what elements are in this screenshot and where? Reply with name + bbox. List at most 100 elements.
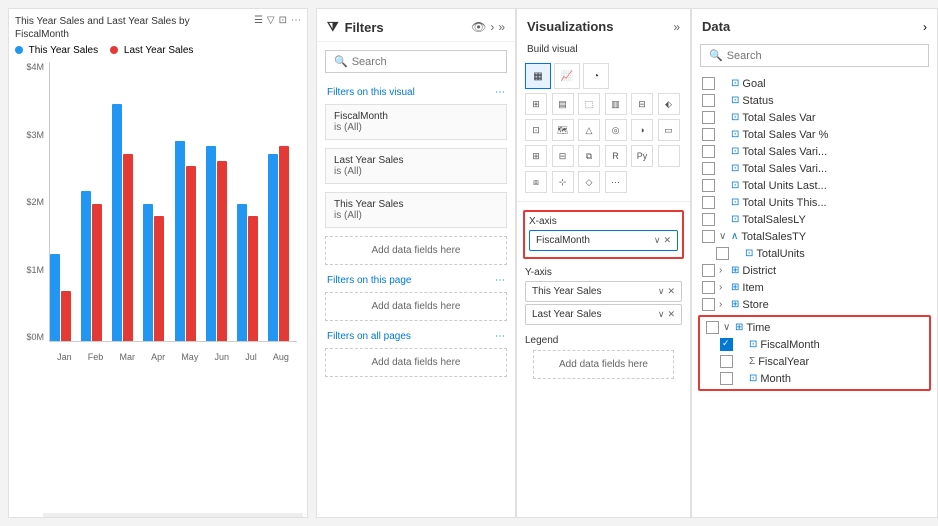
gauge-icon[interactable]: ◑ xyxy=(631,119,653,141)
stacked-bar-icon[interactable]: ⊞ xyxy=(525,93,547,115)
this-year-bar[interactable] xyxy=(268,154,278,342)
tree-expander-icon[interactable]: › xyxy=(719,282,729,293)
this-year-bar[interactable] xyxy=(175,141,185,341)
tree-item[interactable]: ⊡TotalUnits xyxy=(698,245,931,262)
filters-search-input[interactable] xyxy=(352,56,498,68)
x-axis-field-row[interactable]: FiscalMonth ∨ ✕ xyxy=(529,230,678,251)
tree-item[interactable]: ⊡FiscalMonth xyxy=(702,336,927,353)
decomp-icon[interactable]: ⧈ xyxy=(525,171,547,193)
add-data-page-btn[interactable]: Add data fields here xyxy=(325,292,507,321)
double-chevron-icon[interactable]: » xyxy=(498,20,505,34)
tree-checkbox[interactable] xyxy=(702,213,715,226)
this-year-bar[interactable] xyxy=(81,191,91,341)
filter-card-fiscalmonth[interactable]: FiscalMonth is (All) xyxy=(325,104,507,140)
last-year-bar[interactable] xyxy=(123,154,133,342)
more-dots-page-icon[interactable]: ⋯ xyxy=(495,275,505,286)
tree-checkbox[interactable] xyxy=(702,128,715,141)
this-year-bar[interactable] xyxy=(206,146,216,341)
tree-checkbox[interactable] xyxy=(702,179,715,192)
area-chart-icon[interactable]: ⬚ xyxy=(578,93,600,115)
this-year-bar[interactable] xyxy=(112,104,122,342)
slicer-icon[interactable]: ⧉ xyxy=(578,145,600,167)
tree-item[interactable]: ΣFiscalYear xyxy=(702,353,927,370)
last-year-bar[interactable] xyxy=(248,216,258,341)
tree-item[interactable]: ⊡Month xyxy=(702,370,927,387)
ribbon-chart-icon[interactable]: ▥ xyxy=(605,93,627,115)
python-icon[interactable]: Py xyxy=(631,145,653,167)
tree-item[interactable]: ⊡Total Sales Vari... xyxy=(698,143,931,160)
chevron-down-y2-icon[interactable]: ∨ xyxy=(658,309,665,320)
funnel-icon[interactable]: ⬖ xyxy=(658,93,680,115)
last-year-bar[interactable] xyxy=(186,166,196,341)
data-search-box[interactable]: 🔍 xyxy=(700,44,929,67)
tree-checkbox[interactable] xyxy=(716,247,729,260)
line-chart-icon[interactable]: 📈 xyxy=(554,63,580,89)
table-icon[interactable]: ⊟ xyxy=(552,145,574,167)
x-close-icon[interactable]: ✕ xyxy=(663,235,671,246)
more-visuals-icon[interactable]: ⋯ xyxy=(605,171,627,193)
tree-item[interactable]: ⊡Total Sales Var % xyxy=(698,126,931,143)
column-chart-icon[interactable]: ▤ xyxy=(552,93,574,115)
chevron-right-viz-icon[interactable]: » xyxy=(673,20,680,34)
filter-card-lastyearsales[interactable]: Last Year Sales is (All) xyxy=(325,148,507,184)
data-panel-expand-icon[interactable]: › xyxy=(923,20,927,34)
kpi-icon[interactable]: R xyxy=(605,145,627,167)
map-icon[interactable]: 🗺 xyxy=(552,119,574,141)
last-year-bar[interactable] xyxy=(61,291,71,341)
tree-checkbox[interactable] xyxy=(720,355,733,368)
tree-item[interactable]: ⊡Total Units This... xyxy=(698,194,931,211)
tree-checkbox[interactable] xyxy=(702,111,715,124)
pie-chart-icon[interactable]: ◔ xyxy=(583,63,609,89)
add-data-visual-btn[interactable]: Add data fields here xyxy=(325,236,507,265)
tree-item[interactable]: ⊡Total Sales Var xyxy=(698,109,931,126)
tree-item[interactable]: ⊡TotalSalesLY xyxy=(698,211,931,228)
donut-icon[interactable]: ◎ xyxy=(605,119,627,141)
filter-card-thisyearsales[interactable]: This Year Sales is (All) xyxy=(325,192,507,228)
more-dots-icon[interactable]: ⋯ xyxy=(495,87,505,98)
y-axis-field-row-2[interactable]: Last Year Sales ∨ ✕ xyxy=(525,304,682,325)
scatter-icon[interactable]: ⊡ xyxy=(525,119,547,141)
chevron-down-icon[interactable]: ∨ xyxy=(654,235,661,246)
more-dots-all-icon[interactable]: ⋯ xyxy=(495,331,505,342)
filters-search-box[interactable]: 🔍 xyxy=(325,50,507,73)
qna-icon[interactable]: ◇ xyxy=(578,171,600,193)
tree-checkbox[interactable] xyxy=(702,145,715,158)
tree-expander-icon[interactable]: ∨ xyxy=(723,322,733,333)
tree-checkbox[interactable] xyxy=(720,372,733,385)
chevron-down-y1-icon[interactable]: ∨ xyxy=(658,286,665,297)
last-year-bar[interactable] xyxy=(279,146,289,341)
tree-expander-icon[interactable]: › xyxy=(719,299,729,310)
more-icon[interactable]: ⋯ xyxy=(291,15,301,26)
y-axis-field-row-1[interactable]: This Year Sales ∨ ✕ xyxy=(525,281,682,302)
tree-item[interactable]: ⊡Goal xyxy=(698,75,931,92)
hamburger-icon[interactable]: ☰ xyxy=(254,15,263,26)
tree-checkbox[interactable] xyxy=(702,281,715,294)
ai-icon[interactable]: ⊹ xyxy=(552,171,574,193)
tree-item[interactable]: ⊡Status xyxy=(698,92,931,109)
expand-icon[interactable]: ⊡ xyxy=(279,15,287,26)
tree-item[interactable]: ∨∧TotalSalesTY xyxy=(698,228,931,245)
tree-expander-icon[interactable]: ∨ xyxy=(719,231,729,242)
r-icon[interactable] xyxy=(658,145,680,167)
filter-icon[interactable]: ▽ xyxy=(267,15,275,26)
waterfall-icon[interactable]: ⊟ xyxy=(631,93,653,115)
tree-checkbox[interactable] xyxy=(702,77,715,90)
tree-checkbox[interactable] xyxy=(706,321,719,334)
tree-expander-icon[interactable]: › xyxy=(719,265,729,276)
last-year-bar[interactable] xyxy=(92,204,102,342)
add-data-legend-btn[interactable]: Add data fields here xyxy=(533,350,674,379)
x-close-y1-icon[interactable]: ✕ xyxy=(667,286,675,297)
this-year-bar[interactable] xyxy=(50,254,60,342)
tree-item[interactable]: ⊡Total Sales Vari... xyxy=(698,160,931,177)
last-year-bar[interactable] xyxy=(154,216,164,341)
tree-checkbox[interactable] xyxy=(702,298,715,311)
bar-chart-icon[interactable]: ▦ xyxy=(525,63,551,89)
this-year-bar[interactable] xyxy=(237,204,247,342)
matrix-icon[interactable]: ⊞ xyxy=(525,145,547,167)
this-year-bar[interactable] xyxy=(143,204,153,342)
tree-checkbox[interactable] xyxy=(720,338,733,351)
tree-item[interactable]: ›⊞Item xyxy=(698,279,931,296)
chart-scrollbar[interactable] xyxy=(43,513,303,517)
tree-checkbox[interactable] xyxy=(702,94,715,107)
tree-item[interactable]: ∨⊞Time xyxy=(702,319,927,336)
